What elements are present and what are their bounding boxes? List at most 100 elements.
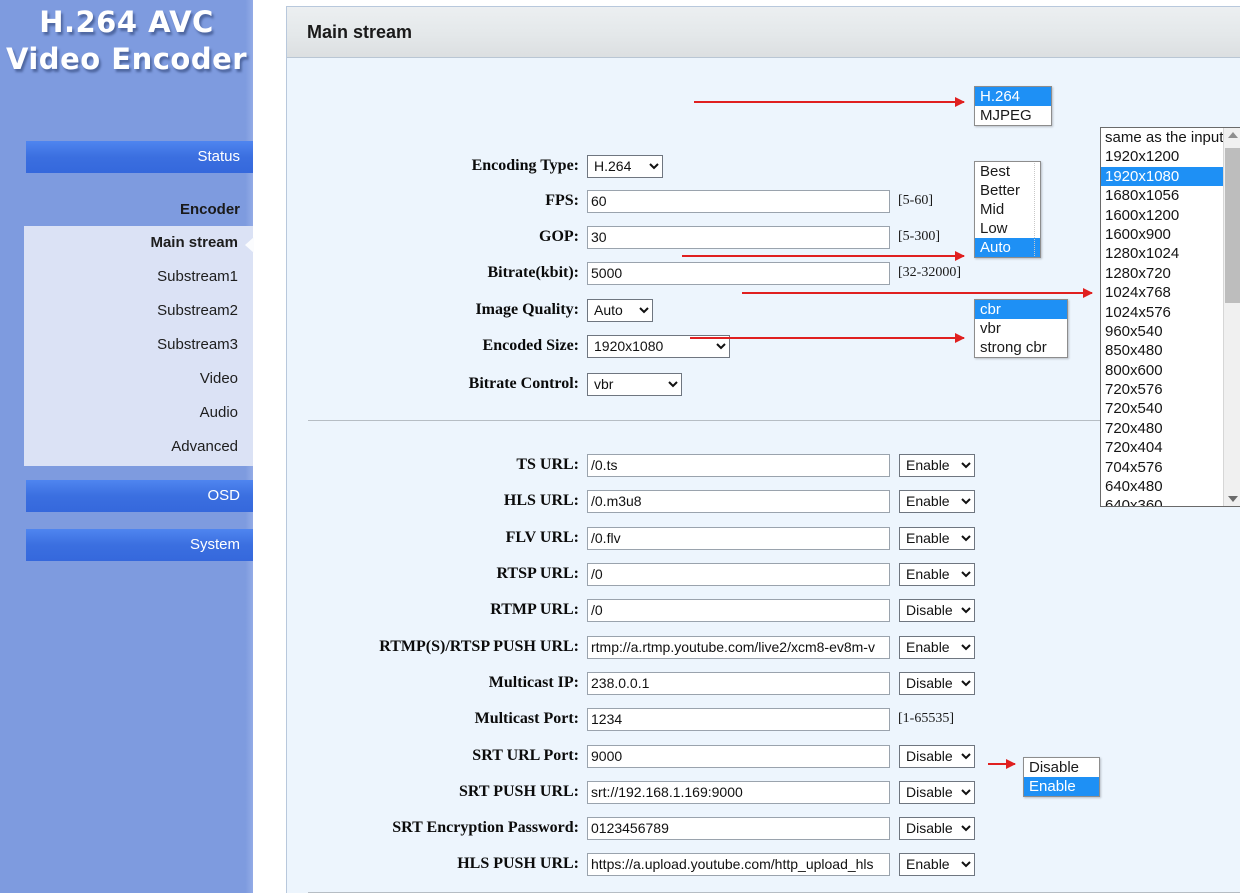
resolution-option-720x404[interactable]: 720x404 — [1101, 438, 1240, 457]
sidebar-item-status-label: Status — [197, 148, 240, 165]
image-quality-popup-option-better[interactable]: Better — [975, 181, 1040, 200]
multicast-ip-input[interactable] — [587, 671, 890, 695]
resolution-option-640x360[interactable]: 640x360 — [1101, 496, 1240, 506]
sidebar-item-advanced[interactable]: Advanced — [24, 430, 253, 464]
image-quality-popup-option-low[interactable]: Low — [975, 219, 1040, 238]
row-gop: GOP: [5-300] — [287, 224, 940, 250]
image-quality-dropdown-popup[interactable]: Best Better Mid Low Auto — [974, 161, 1041, 258]
encoding-type-popup-option-h264[interactable]: H.264 — [975, 87, 1051, 106]
hls-url-input[interactable] — [587, 489, 890, 513]
resolution-option-1280x1024[interactable]: 1280x1024 — [1101, 244, 1240, 263]
srt-encryption-popup-option-disable[interactable]: Disable — [1024, 758, 1099, 777]
encoding-type-popup-option-mjpeg[interactable]: MJPEG — [975, 106, 1051, 125]
resolution-option-704x576[interactable]: 704x576 — [1101, 458, 1240, 477]
resolution-option-1920x1200[interactable]: 1920x1200 — [1101, 147, 1240, 166]
resolution-option-1024x768[interactable]: 1024x768 — [1101, 283, 1240, 302]
sidebar-item-video[interactable]: Video — [24, 362, 253, 396]
app-logo: H.264 AVC Video Encoder — [0, 2, 253, 98]
srt-encryption-password-input[interactable] — [587, 816, 890, 840]
image-quality-popup-option-mid[interactable]: Mid — [975, 200, 1040, 219]
sidebar-item-substream1-label: Substream1 — [157, 268, 238, 285]
hls-push-url-enable-select[interactable]: Enable — [899, 852, 975, 876]
image-quality-popup-scrollbar[interactable] — [1034, 163, 1039, 256]
scrollbar-thumb[interactable] — [1225, 148, 1240, 303]
multicast-port-input[interactable] — [587, 707, 890, 731]
sidebar-item-main-stream[interactable]: Main stream — [24, 226, 254, 260]
srt-url-port-enable-select[interactable]: Disable — [899, 744, 975, 768]
ts-url-enable-select[interactable]: Enable — [899, 453, 975, 477]
resolution-option-720x480[interactable]: 720x480 — [1101, 419, 1240, 438]
bitrate-control-select[interactable]: vbr — [587, 372, 682, 396]
srt-push-url-enable-select[interactable]: Disable — [899, 780, 975, 804]
resolution-option-1920x1080[interactable]: 1920x1080 — [1101, 166, 1240, 187]
resolution-option-1024x576[interactable]: 1024x576 — [1101, 303, 1240, 322]
bitrate-control-dropdown-popup[interactable]: cbr vbr strong cbr — [974, 299, 1068, 358]
rtsp-url-input[interactable] — [587, 562, 890, 586]
sidebar-item-substream2[interactable]: Substream2 — [24, 294, 253, 328]
bitrate-control-popup-option-vbr[interactable]: vbr — [975, 319, 1067, 338]
arrow-to-srt-encryption-popup — [988, 759, 1016, 769]
row-rtsp-url: RTSP URL: Enable — [287, 561, 975, 587]
srt-encryption-popup-option-enable[interactable]: Enable — [1024, 777, 1099, 796]
rtmp-push-url-label: RTMP(S)/RTSP PUSH URL: — [379, 638, 579, 655]
image-quality-select[interactable]: Auto — [587, 298, 653, 322]
resolution-option-960x540[interactable]: 960x540 — [1101, 322, 1240, 341]
sidebar-item-osd-label: OSD — [207, 487, 240, 504]
encoded-size-listbox[interactable]: same as the input 1920x1200 1920x1080 16… — [1100, 127, 1240, 507]
resolution-option-1600x1200[interactable]: 1600x1200 — [1101, 206, 1240, 225]
sidebar-item-audio[interactable]: Audio — [24, 396, 253, 430]
rtmp-push-url-input[interactable] — [587, 635, 890, 659]
sidebar-item-status[interactable]: Status — [26, 141, 253, 173]
resolution-option-850x480[interactable]: 850x480 — [1101, 341, 1240, 360]
row-srt-encryption-password: SRT Encryption Password: Disable — [287, 815, 975, 841]
sidebar-item-osd[interactable]: OSD — [26, 480, 253, 512]
hls-url-enable-select[interactable]: Enable — [899, 489, 975, 513]
resolution-option-same-as-input[interactable]: same as the input — [1101, 128, 1240, 147]
sidebar-item-substream3[interactable]: Substream3 — [24, 328, 253, 362]
srt-push-url-input[interactable] — [587, 780, 890, 804]
srt-encryption-password-enable-select[interactable]: Disable — [899, 816, 975, 840]
encoding-type-select[interactable]: H.264 — [587, 154, 663, 178]
resolution-option-720x540[interactable]: 720x540 — [1101, 399, 1240, 418]
resolution-option-1680x1056[interactable]: 1680x1056 — [1101, 186, 1240, 205]
page-root: H.264 AVC Video Encoder Status Encoder M… — [0, 0, 1240, 893]
bitrate-control-popup-option-cbr[interactable]: cbr — [975, 300, 1067, 319]
resolution-option-720x576[interactable]: 720x576 — [1101, 380, 1240, 399]
resolution-option-640x480[interactable]: 640x480 — [1101, 477, 1240, 496]
flv-url-enable-select[interactable]: Enable — [899, 526, 975, 550]
fps-input[interactable] — [587, 189, 890, 213]
bitrate-input[interactable] — [587, 261, 890, 285]
encoding-type-dropdown-popup[interactable]: H.264 MJPEG — [974, 86, 1052, 126]
image-quality-popup-option-best[interactable]: Best — [975, 162, 1040, 181]
rtsp-url-enable-select[interactable]: Enable — [899, 562, 975, 586]
resolution-option-800x600[interactable]: 800x600 — [1101, 361, 1240, 380]
sidebar-item-encoder-label: Encoder — [179, 201, 240, 218]
flv-url-input[interactable] — [587, 526, 890, 550]
rtmp-url-input[interactable] — [587, 598, 890, 622]
multicast-ip-enable-select[interactable]: Disable — [899, 671, 975, 695]
resolution-option-1280x720[interactable]: 1280x720 — [1101, 264, 1240, 283]
gop-label: GOP: — [539, 228, 579, 245]
sidebar-item-substream1[interactable]: Substream1 — [24, 260, 253, 294]
multicast-ip-label: Multicast IP: — [488, 674, 579, 691]
row-encoded-size: Encoded Size: 1920x1080 — [287, 333, 730, 359]
srt-url-port-input[interactable] — [587, 744, 890, 768]
ts-url-input[interactable] — [587, 453, 890, 477]
sidebar-item-video-label: Video — [199, 370, 238, 387]
hls-push-url-input[interactable] — [587, 852, 890, 876]
scroll-down-icon[interactable] — [1224, 492, 1240, 506]
sidebar-item-system[interactable]: System — [26, 529, 253, 561]
row-image-quality: Image Quality: Auto — [287, 297, 653, 323]
sidebar-item-encoder[interactable]: Encoder — [26, 194, 253, 226]
scroll-up-icon[interactable] — [1224, 128, 1240, 142]
image-quality-popup-option-auto[interactable]: Auto — [975, 238, 1040, 257]
gop-input[interactable] — [587, 225, 890, 249]
rtmp-push-url-enable-select[interactable]: Enable — [899, 635, 975, 659]
resolution-option-1600x900[interactable]: 1600x900 — [1101, 225, 1240, 244]
rtmp-url-enable-select[interactable]: Disable — [899, 598, 975, 622]
sidebar-item-substream3-label: Substream3 — [157, 336, 238, 353]
srt-encryption-dropdown-popup[interactable]: Disable Enable — [1023, 757, 1100, 797]
multicast-port-label: Multicast Port: — [474, 710, 579, 727]
encoded-size-scrollbar[interactable] — [1223, 128, 1240, 506]
bitrate-control-popup-option-strong-cbr[interactable]: strong cbr — [975, 338, 1067, 357]
